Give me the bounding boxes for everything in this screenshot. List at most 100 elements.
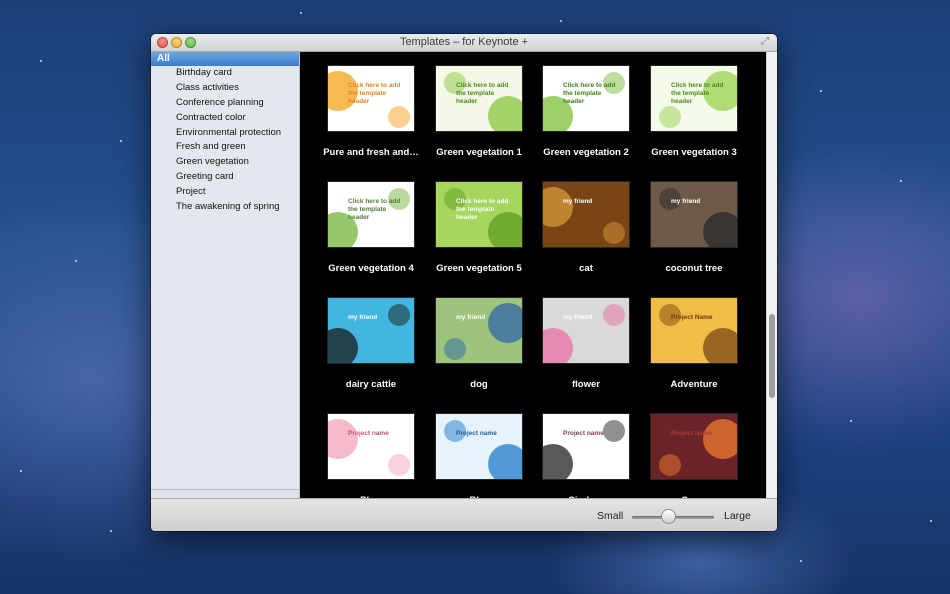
thumbnail-header-text: my friend [348,314,378,321]
template-label: coconut tree [665,263,723,274]
thumbnail-header-text: Click here to add the template header [671,82,724,105]
template-tile[interactable]: Click here to add the template header Gre… [425,66,533,158]
template-label: Green vegetation 3 [651,147,737,158]
thumbnail-decoration [659,454,681,476]
template-label: Green vegetation 4 [328,263,414,274]
template-label: Green vegetation 1 [436,147,522,158]
template-tile[interactable]: Click here to add the template header Gre… [317,182,425,274]
template-thumbnail[interactable]: Project Name [651,298,737,363]
sidebar-item-all[interactable]: All [151,52,299,66]
sidebar-item[interactable]: Conference planning [151,96,299,111]
thumbnail-decoration [444,338,466,360]
thumbnail-header-text: Click here to add the template header [348,82,401,105]
template-thumbnail[interactable]: my friend [543,298,629,363]
template-thumbnail[interactable]: Click here to add the template header [651,66,737,131]
template-thumbnail[interactable]: Click here to add the template header [543,66,629,131]
sidebar-item[interactable]: Class activities [151,81,299,96]
sidebar-footer [151,489,299,498]
template-thumbnail[interactable]: Project name [328,414,414,479]
template-tile[interactable]: Project nameCircle… [532,414,640,498]
sidebar-item[interactable]: Environmental protection [151,126,299,141]
sidebar-item[interactable]: The awakening of spring [151,200,299,215]
title-bar[interactable]: Templates – for Keynote + ⤢ [151,34,777,52]
thumbnail-header-text: Project name [563,430,604,437]
size-small-label: Small [597,510,624,522]
template-tile[interactable]: my friend dog [425,298,533,390]
template-thumbnail[interactable]: Project name [651,414,737,479]
thumbnail-decoration [543,187,573,227]
template-tile[interactable]: Click here to add the template header Gre… [532,66,640,158]
template-label: Pure and fresh and… [323,147,419,158]
thumbnail-size-slider-knob[interactable] [662,510,676,523]
template-tile[interactable]: Project nameBl… [425,414,533,498]
template-tile[interactable]: Click here to add the template header Gre… [425,182,533,274]
bottom-toolbar: Small Large [151,498,777,531]
thumbnail-header-text: Click here to add the template header [563,82,616,105]
template-label: cat [579,263,593,274]
thumbnail-decoration [328,328,358,363]
thumbnail-header-text: Project name [456,430,497,437]
thumbnail-decoration [659,106,681,128]
template-thumbnail[interactable]: my friend [651,182,737,247]
template-tile[interactable]: Project Name Adventure [640,298,748,390]
thumbnail-decoration [703,419,737,459]
thumbnail-decoration [543,444,573,479]
vertical-scrollbar[interactable] [766,52,777,498]
template-tile[interactable]: my friend flower [532,298,640,390]
template-tile[interactable]: my friend cat [532,182,640,274]
thumbnail-decoration [703,328,737,363]
window-title: Templates – for Keynote + [399,36,529,48]
sidebar-item[interactable]: Project [151,185,299,200]
template-thumbnail[interactable]: Click here to add the template header [436,182,522,247]
fullscreen-icon[interactable]: ⤢ [761,37,771,47]
thumbnail-header-text: Click here to add the template header [348,198,401,221]
template-tile[interactable]: Click here to add the template header Pur… [317,66,425,158]
thumbnail-decoration [488,303,522,343]
template-thumbnail[interactable]: Project name [436,414,522,479]
template-tile[interactable]: Project namePh… [317,414,425,498]
thumbnail-header-text: Click here to add the template header [456,82,509,105]
thumbnail-header-text: Project name [671,430,712,437]
sidebar-item[interactable]: Fresh and green [151,140,299,155]
thumbnail-header-text: Project name [348,430,389,437]
thumbnail-header-text: Click here to add the template header [456,198,509,221]
template-tile[interactable]: my friend coconut tree [640,182,748,274]
template-label: Green vegetation 5 [436,263,522,274]
size-large-label: Large [724,510,751,522]
thumbnail-decoration [603,222,625,244]
thumbnail-decoration [328,419,358,459]
thumbnail-decoration [488,444,522,479]
thumbnail-decoration [543,328,573,363]
template-tile[interactable]: my friend dairy cattle [317,298,425,390]
sidebar-item[interactable]: Birthday card [151,66,299,81]
templates-window: Templates – for Keynote + ⤢ All Birthday… [151,34,777,531]
template-thumbnail[interactable]: my friend [543,182,629,247]
thumbnail-decoration [703,212,737,247]
template-thumbnail[interactable]: my friend [328,298,414,363]
template-thumbnail[interactable]: Click here to add the template header [328,182,414,247]
template-tile[interactable]: Project nameCro… [640,414,748,498]
thumbnail-decoration [388,454,410,476]
template-label: Adventure [670,379,718,390]
sidebar-item[interactable]: Greeting card [151,170,299,185]
template-label: dog [470,379,488,390]
template-tile[interactable]: Click here to add the template header Gre… [640,66,748,158]
sidebar-item[interactable]: Contracted color [151,111,299,126]
thumbnail-header-text: my friend [563,198,593,205]
template-thumbnail[interactable]: Project name [543,414,629,479]
thumbnail-header-text: Project Name [671,314,713,321]
thumbnail-header-text: my friend [671,198,701,205]
sidebar-item[interactable]: Green vegetation [151,155,299,170]
thumbnail-decoration [388,106,410,128]
thumbnail-header-text: my friend [563,314,593,321]
sidebar-list: Birthday card Class activities Conference … [151,66,299,215]
template-grid: Click here to add the template header Pur… [300,52,766,498]
template-thumbnail[interactable]: Click here to add the template header [328,66,414,131]
thumbnail-header-text: my friend [456,314,486,321]
template-thumbnail[interactable]: my friend [436,298,522,363]
template-label: dairy cattle [345,379,397,390]
template-label: Green vegetation 2 [543,147,629,158]
category-sidebar: All Birthday card Class activities Confere… [151,52,300,498]
template-thumbnail[interactable]: Click here to add the template header [436,66,522,131]
scroll-thumb[interactable] [769,314,775,398]
